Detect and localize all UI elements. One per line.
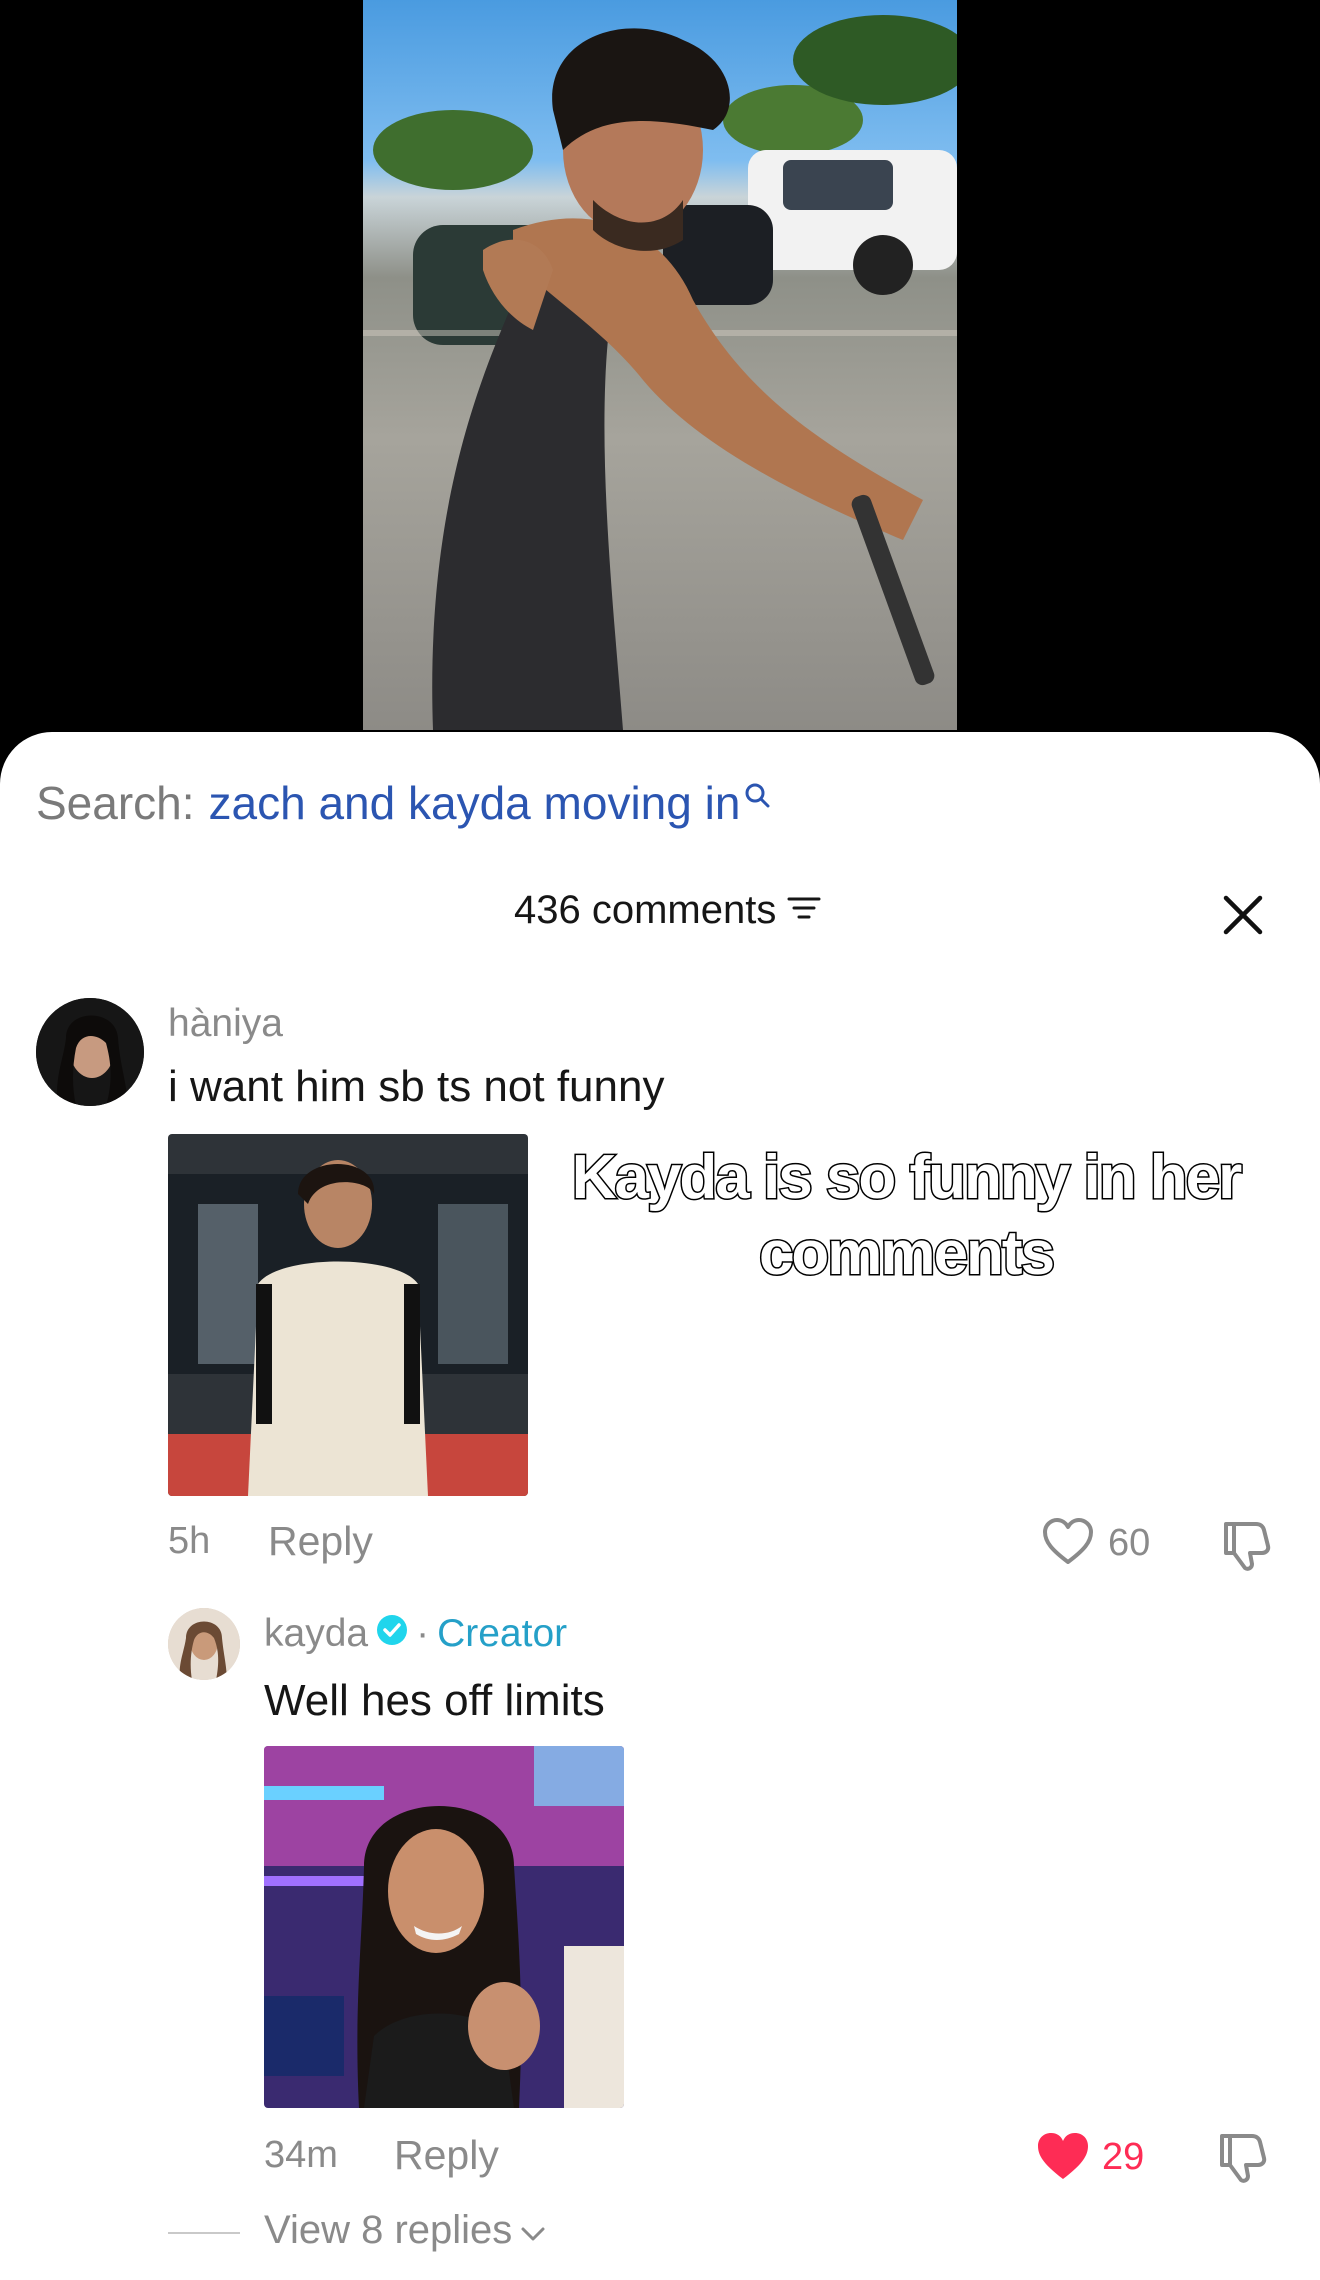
avatar-image: [36, 998, 144, 1106]
reply-text: Well hes off limits: [264, 1676, 605, 1725]
dislike-icon[interactable]: [1220, 1518, 1272, 1577]
view-replies-label: View 8 replies: [264, 2208, 513, 2252]
reply-reply-button[interactable]: Reply: [394, 2132, 499, 2179]
reply-photo: [264, 1746, 624, 2108]
comment-photo: [168, 1134, 528, 1496]
chevron-down-icon: [520, 2208, 546, 2253]
close-icon[interactable]: [1222, 894, 1264, 941]
dislike-icon[interactable]: [1216, 2130, 1268, 2189]
comments-count[interactable]: 436 comments: [514, 888, 822, 933]
reply-like-count: 29: [1102, 2136, 1145, 2178]
video-frame[interactable]: [363, 0, 957, 730]
heart-icon[interactable]: [1036, 2132, 1090, 2187]
search-suggestion[interactable]: Search: zach and kayda moving in: [36, 776, 770, 830]
reply-header: kayda · Creator: [264, 1612, 567, 1656]
filter-icon[interactable]: [786, 888, 822, 933]
reply-username[interactable]: kayda: [264, 1612, 368, 1656]
view-replies-button[interactable]: View 8 replies: [264, 2208, 546, 2253]
video-player[interactable]: [0, 0, 1320, 740]
reply-button[interactable]: Reply: [268, 1518, 373, 1565]
comment-time: 5h: [168, 1520, 211, 1562]
avatar[interactable]: [36, 998, 144, 1106]
reply-time: 34m: [264, 2134, 338, 2176]
overlay-caption: Kayda is so funny in her comments: [570, 1142, 1244, 1290]
reply-separator: ·: [416, 1612, 430, 1655]
comment-text: i want him sb ts not funny: [168, 1062, 665, 1111]
video-still: [363, 15, 957, 730]
search-icon[interactable]: [744, 765, 770, 819]
like-count: 60: [1108, 1522, 1151, 1564]
comments-header: 436 comments: [0, 884, 1320, 944]
comment-username[interactable]: hàniya: [168, 1002, 283, 1046]
reply-image[interactable]: [264, 1746, 624, 2108]
reply-avatar[interactable]: [168, 1608, 240, 1680]
creator-badge: Creator: [437, 1612, 568, 1655]
reply-avatar-image: [168, 1608, 240, 1680]
verified-icon: [376, 1612, 408, 1656]
search-label: Search:: [36, 777, 195, 829]
comments-sheet: Search: zach and kayda moving in 436 com…: [0, 732, 1320, 2280]
search-query-link[interactable]: zach and kayda moving in: [209, 776, 741, 830]
comment-image[interactable]: [168, 1134, 528, 1496]
heart-icon[interactable]: [1042, 1518, 1094, 1571]
comments-count-label: 436 comments: [514, 888, 777, 932]
view-replies-divider: [168, 2232, 240, 2234]
